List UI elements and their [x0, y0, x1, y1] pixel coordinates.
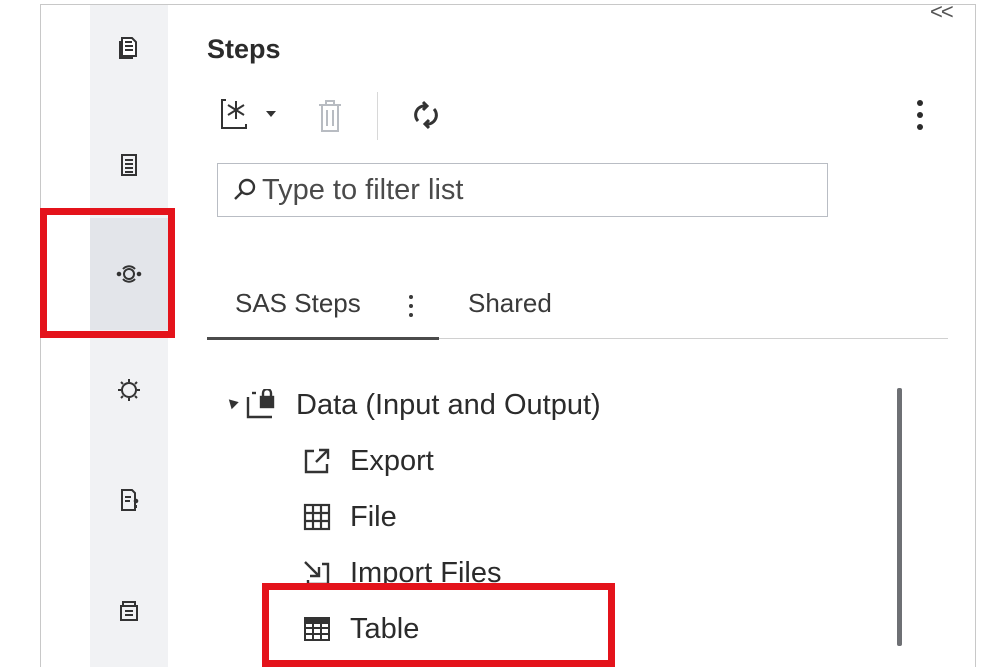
filter-search-box[interactable] — [217, 163, 828, 217]
new-step-button[interactable] — [218, 95, 282, 135]
panel-frame — [40, 4, 976, 667]
rail-steps-button[interactable] — [90, 218, 168, 330]
import-icon — [300, 556, 334, 590]
tree-item-label: Table — [350, 612, 420, 645]
settings-icon — [118, 379, 140, 401]
tab-selected-underline — [207, 337, 439, 340]
rail-documents-button[interactable] — [90, 0, 168, 95]
rail-settings-button[interactable] — [90, 335, 168, 445]
grid-file-icon — [300, 500, 334, 534]
tab-shared[interactable]: Shared — [468, 288, 552, 319]
tab-sas-steps[interactable]: SAS Steps — [235, 288, 361, 319]
delete-step-button[interactable] — [310, 96, 350, 136]
tree-group-label: Data (Input and Output) — [296, 388, 601, 421]
documents-icon — [119, 36, 137, 59]
tree-group-data[interactable]: Data (Input and Output) — [246, 388, 601, 422]
filter-search-input[interactable] — [262, 173, 802, 207]
more-options-button[interactable] — [905, 95, 935, 135]
data-lock-icon — [246, 388, 280, 422]
tree-scrollbar[interactable] — [897, 388, 902, 646]
snippets-icon — [121, 489, 139, 511]
tree-item-file[interactable]: File — [300, 500, 397, 534]
new-step-icon — [221, 99, 276, 129]
tree-item-label: Export — [350, 444, 434, 477]
tree-item-export[interactable]: Export — [300, 444, 434, 478]
trash-icon — [319, 100, 341, 132]
tree-item-label: Import Files — [350, 556, 502, 589]
tree-item-label: File — [350, 500, 397, 533]
rail-content-button[interactable] — [90, 558, 168, 663]
table-icon — [300, 612, 334, 646]
tree-item-import-files[interactable]: Import Files — [300, 556, 501, 590]
search-icon — [234, 178, 256, 200]
refresh-button[interactable] — [406, 95, 446, 135]
steps-icon — [116, 265, 142, 283]
rail-snippets-button[interactable] — [90, 445, 168, 555]
rail-libraries-button[interactable] — [90, 110, 168, 220]
toolbar-separator — [377, 92, 378, 140]
refresh-icon — [414, 100, 438, 130]
tree-item-table[interactable]: Table — [300, 612, 419, 646]
tab-options-button[interactable] — [405, 291, 417, 321]
content-icon — [120, 600, 138, 621]
vertical-ellipsis-icon — [409, 295, 413, 299]
export-icon — [300, 444, 334, 478]
library-icon — [121, 154, 137, 176]
collapse-panel-button[interactable]: << — [930, 1, 954, 23]
panel-title: Steps — [207, 34, 281, 64]
vertical-ellipsis-icon — [917, 100, 923, 106]
